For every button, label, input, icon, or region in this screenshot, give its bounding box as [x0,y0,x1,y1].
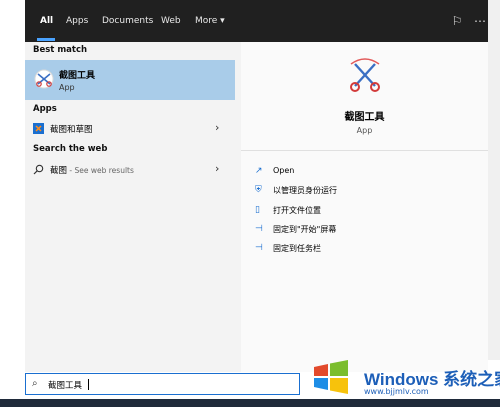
search-web-heading: Search the web [33,144,108,154]
text-cursor [88,379,89,390]
preview-app-name: 截图工具 [344,112,385,123]
best-match-heading: Best match [33,45,88,55]
file-location-icon: ▯ [255,205,260,215]
action-pin-to-taskbar-label: 固定到任务栏 [273,244,321,253]
run-as-admin-icon: ⛨ [255,185,262,195]
chevron-right-icon[interactable]: › [215,121,219,134]
snipping-tool-icon [34,69,54,89]
windows-logo-icon [314,360,348,394]
pin-icon: ⊣ [255,243,263,253]
list-item-web-result[interactable]: 截图 - See web results › [25,159,235,181]
best-match-item[interactable]: 截图工具 App [25,60,235,100]
tab-more[interactable]: More ▾ [195,16,225,26]
watermark: Windows 系统之家 www.bjjmlv.com [300,355,500,399]
list-item-snip-sketch[interactable]: 截图和草图 › [25,118,235,140]
ellipsis-icon[interactable]: ⋯ [472,13,488,29]
watermark-url: www.bjjmlv.com [364,387,429,396]
action-open-label: Open [273,166,295,175]
search-input[interactable]: ⌕ 截图工具 [25,373,300,395]
desktop-left-strip [0,0,25,400]
snipping-tool-icon [350,58,380,92]
pin-icon: ⊣ [255,224,263,234]
action-open-file-location-label: 打开文件位置 [273,206,321,215]
preview-pane: 截图工具 App ↗ Open ⛨ 以管理员身份运行 ▯ 打开文件位置 ⊣ 固定… [241,42,488,372]
filter-bar: All Apps Documents Web More ▾ ⚐ ⋯ [25,0,488,42]
app-result-label: 截图和草图 [50,125,93,135]
search-icon: ⌕ [32,378,38,389]
results-list: Best match 截图工具 App Apps 截图和草图 › Search … [25,42,241,372]
best-match-type: App [59,83,75,92]
chevron-right-icon[interactable]: › [215,162,219,175]
active-tab-indicator [37,38,55,41]
start-search-panel: All Apps Documents Web More ▾ ⚐ ⋯ Best m… [25,0,488,372]
divider [241,150,488,151]
tab-documents[interactable]: Documents [102,16,153,26]
snip-sketch-icon [33,123,44,134]
tab-web[interactable]: Web [161,16,181,26]
web-result-label: 截图 - See web results [50,166,134,176]
desktop-right-strip [488,0,500,360]
action-pin-to-start-label: 固定到"开始"屏幕 [273,225,337,234]
taskbar [0,399,500,407]
best-match-name: 截图工具 [59,71,96,81]
open-icon: ↗ [255,166,263,176]
preview-app-type: App [356,126,373,135]
search-input-value: 截图工具 [48,381,83,391]
apps-heading: Apps [33,104,57,114]
search-icon [33,164,44,175]
action-run-as-admin-label: 以管理员身份运行 [273,186,337,195]
tab-all[interactable]: All [40,16,53,26]
feedback-icon[interactable]: ⚐ [449,13,465,29]
tab-apps[interactable]: Apps [66,16,88,26]
